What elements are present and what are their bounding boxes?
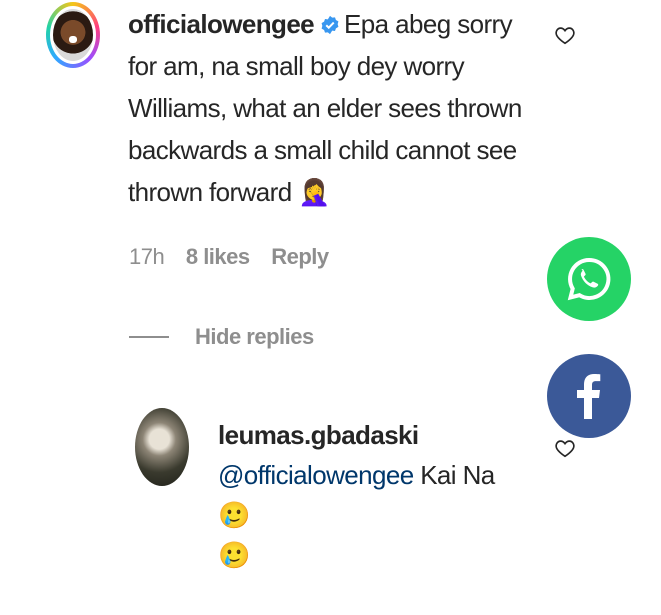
heart-outline-icon[interactable]	[554, 437, 576, 459]
comment-username[interactable]: officialowengee	[128, 9, 315, 39]
facebook-icon	[577, 374, 601, 419]
verified-badge-icon	[321, 15, 339, 35]
reply-button[interactable]: Reply	[271, 244, 329, 269]
divider-line	[129, 336, 169, 338]
whatsapp-icon	[567, 257, 611, 301]
comment-body: officialowengee Epa abeg sorry for am, n…	[128, 3, 528, 213]
reply-body: leumas.gbadaski @officialowengee Kai Na …	[218, 415, 518, 575]
avatar-photo	[53, 9, 93, 61]
reply-text: Kai Na	[420, 460, 495, 490]
reply-username[interactable]: leumas.gbadaski	[218, 415, 518, 455]
whatsapp-share-button[interactable]	[547, 237, 631, 321]
comment-likes[interactable]: 8 likes	[186, 244, 250, 269]
crying-emoji: 🥲	[218, 500, 250, 530]
avatar-ring-inner	[50, 6, 96, 64]
hide-replies-label: Hide replies	[195, 324, 314, 349]
crying-emoji-2: 🥲	[218, 540, 250, 570]
commenter-avatar[interactable]	[46, 2, 100, 68]
facebook-share-button[interactable]	[547, 354, 631, 438]
comment-time: 17h	[129, 244, 165, 269]
comment-meta: 17h 8 likes Reply	[129, 244, 345, 270]
hide-replies-button[interactable]: Hide replies	[129, 324, 314, 350]
reply-avatar[interactable]	[135, 408, 189, 486]
reply-mention[interactable]: @officialowengee	[218, 460, 414, 490]
heart-outline-icon[interactable]	[554, 24, 576, 46]
facepalm-emoji: 🤦‍♀️	[298, 177, 330, 207]
